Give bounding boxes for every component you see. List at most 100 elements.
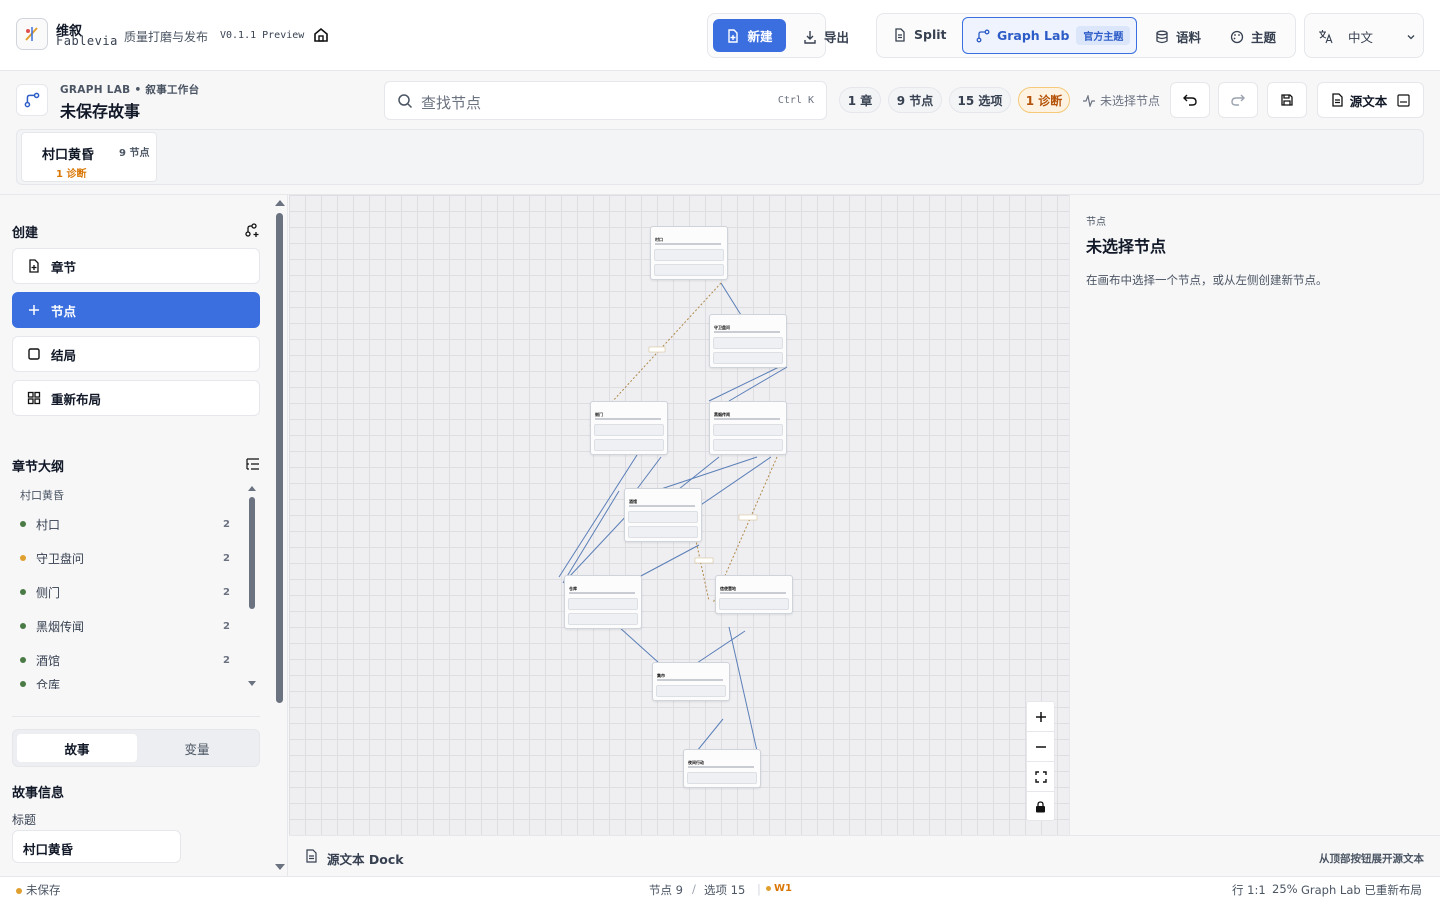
layout-status: Graph Lab 已重新布局 — [1301, 883, 1422, 897]
status-bar: 未保存 节点 9 / 选项 15 | W1 行 1:1 25% Graph La… — [0, 876, 1440, 900]
undo-button[interactable] — [1170, 82, 1210, 118]
file-actions-group: 新建 导出 — [707, 13, 849, 58]
chapter-card-count: 9 节点 — [119, 148, 150, 159]
outline-scrollbar[interactable] — [248, 485, 256, 687]
create-node-button[interactable]: 节点 — [12, 292, 260, 328]
scroll-up-icon[interactable] — [275, 199, 285, 206]
source-text-dock[interactable]: 源文本 Dock 从顶部按钮展开源文本 — [289, 835, 1440, 876]
story-node-text — [655, 243, 721, 245]
list-tree-icon[interactable] — [246, 457, 260, 471]
title-field-label: 标题 — [12, 813, 37, 827]
create-node-label: 节点 — [51, 303, 77, 319]
story-node-option[interactable] — [594, 424, 664, 436]
edge — [728, 626, 758, 752]
edge — [720, 282, 742, 316]
outline-item[interactable]: 守卫盘问 2 — [20, 547, 240, 569]
story-node-option[interactable] — [713, 352, 783, 364]
graph-lab-button[interactable]: Graph Lab 官方主题 — [962, 17, 1137, 54]
status-separator: | — [757, 882, 761, 896]
edge-label — [648, 346, 666, 353]
option-count-pill: 15 选项 — [949, 87, 1011, 113]
create-chapter-button[interactable]: 章节 — [12, 248, 260, 284]
add-graph-icon[interactable] — [244, 222, 260, 238]
story-node-option[interactable] — [568, 598, 638, 610]
tab-variables[interactable]: 变量 — [137, 734, 257, 762]
palette-icon — [1230, 30, 1244, 43]
zoom-level: 25% — [1272, 882, 1298, 896]
split-view-button[interactable]: Split — [893, 27, 947, 42]
redo-button[interactable] — [1218, 82, 1258, 118]
outline-item-count: 2 — [223, 586, 230, 598]
outline-item[interactable]: 村口 2 — [20, 513, 240, 535]
story-node-option[interactable] — [628, 526, 698, 538]
chapter-card-title: 村口黄昏 — [42, 148, 95, 163]
inspector-label: 节点 — [1086, 217, 1106, 228]
story-node-text — [714, 331, 780, 333]
minus-icon — [1035, 745, 1046, 748]
story-node-text — [595, 418, 661, 420]
node-count-pill: 9 节点 — [888, 87, 942, 113]
tab-story[interactable]: 故事 — [17, 734, 137, 762]
story-node-option[interactable] — [719, 598, 789, 610]
corpus-button[interactable]: 语料 — [1155, 27, 1201, 46]
outline-item[interactable]: 黑烟传闻 2 — [20, 615, 240, 637]
story-node-option[interactable] — [713, 424, 783, 436]
source-text-button[interactable]: 源文本 — [1317, 82, 1424, 118]
scroll-down-icon[interactable] — [248, 681, 256, 687]
fit-view-button[interactable] — [1027, 762, 1054, 792]
new-button[interactable]: 新建 — [713, 19, 786, 52]
story-node-option[interactable] — [654, 264, 724, 276]
diagnostics-pill[interactable]: 1 诊断 — [1018, 87, 1070, 113]
export-button[interactable]: 导出 — [803, 27, 849, 46]
story-node[interactable]: 侧门 — [590, 401, 668, 455]
zoom-out-button[interactable] — [1027, 732, 1054, 762]
inspector-panel: 节点 未选择节点 在画布中选择一个节点，或从左侧创建新节点。 — [1069, 195, 1440, 876]
relayout-button[interactable]: 重新布局 — [12, 380, 260, 416]
story-node[interactable]: 酒馆 — [624, 488, 702, 542]
outline-item[interactable]: 酒馆 2 — [20, 649, 240, 671]
plus-icon — [1035, 711, 1046, 722]
story-node-option[interactable] — [687, 772, 757, 784]
story-node[interactable]: 村口 — [650, 226, 728, 280]
outline-item-label: 村口 — [36, 517, 61, 532]
story-node[interactable]: 黑烟传闻 — [709, 401, 787, 455]
language-select[interactable]: 中文 — [1304, 13, 1424, 58]
story-node[interactable]: 守卫盘问 — [709, 314, 787, 368]
outline-scroll-thumb[interactable] — [249, 497, 255, 609]
story-node-option[interactable] — [654, 249, 724, 261]
graph-canvas[interactable]: 村口守卫盘问 侧门 黑烟传闻 酒馆仓库 信使营地集市夜间行动 — [289, 195, 1069, 835]
node-search-input[interactable]: 查找节点 Ctrl K — [384, 81, 827, 120]
create-ending-button[interactable]: 结局 — [12, 336, 260, 372]
story-node-option[interactable] — [628, 511, 698, 523]
dock-hint: 从顶部按钮展开源文本 — [1319, 853, 1424, 865]
new-file-icon — [29, 259, 39, 273]
language-dropdown[interactable]: 中文 — [1318, 27, 1416, 46]
status-warnings[interactable]: W1 — [766, 883, 792, 894]
scroll-down-icon[interactable] — [275, 864, 285, 871]
story-node[interactable]: 仓库 — [564, 575, 642, 629]
title-field[interactable]: 村口黄昏 — [12, 830, 181, 863]
chapter-card[interactable]: 村口黄昏 9 节点 1 诊断 — [21, 132, 157, 182]
sidebar-scrollbar[interactable] — [274, 195, 286, 876]
home-icon[interactable] — [312, 26, 330, 44]
story-node-option[interactable] — [713, 439, 783, 451]
database-icon — [1156, 30, 1168, 43]
story-node[interactable]: 夜间行动 — [683, 749, 761, 788]
story-node-option[interactable] — [713, 337, 783, 349]
graph-icon — [976, 29, 990, 42]
theme-button[interactable]: 主题 — [1230, 27, 1276, 46]
story-node-option[interactable] — [594, 439, 664, 451]
story-node[interactable]: 信使营地 — [715, 575, 793, 614]
sidebar-scroll-thumb[interactable] — [276, 213, 283, 703]
selection-status-label: 未选择节点 — [1100, 94, 1161, 108]
story-node[interactable]: 集市 — [652, 662, 730, 701]
save-button[interactable] — [1267, 82, 1307, 118]
story-node-option[interactable] — [568, 613, 638, 625]
zoom-in-button[interactable] — [1027, 702, 1054, 732]
create-ending-label: 结局 — [51, 347, 77, 363]
theme-label: 主题 — [1251, 30, 1277, 45]
lock-button[interactable] — [1027, 792, 1054, 822]
story-node-option[interactable] — [656, 685, 726, 697]
outline-item[interactable]: 侧门 2 — [20, 581, 240, 603]
scroll-up-icon[interactable] — [248, 485, 256, 491]
